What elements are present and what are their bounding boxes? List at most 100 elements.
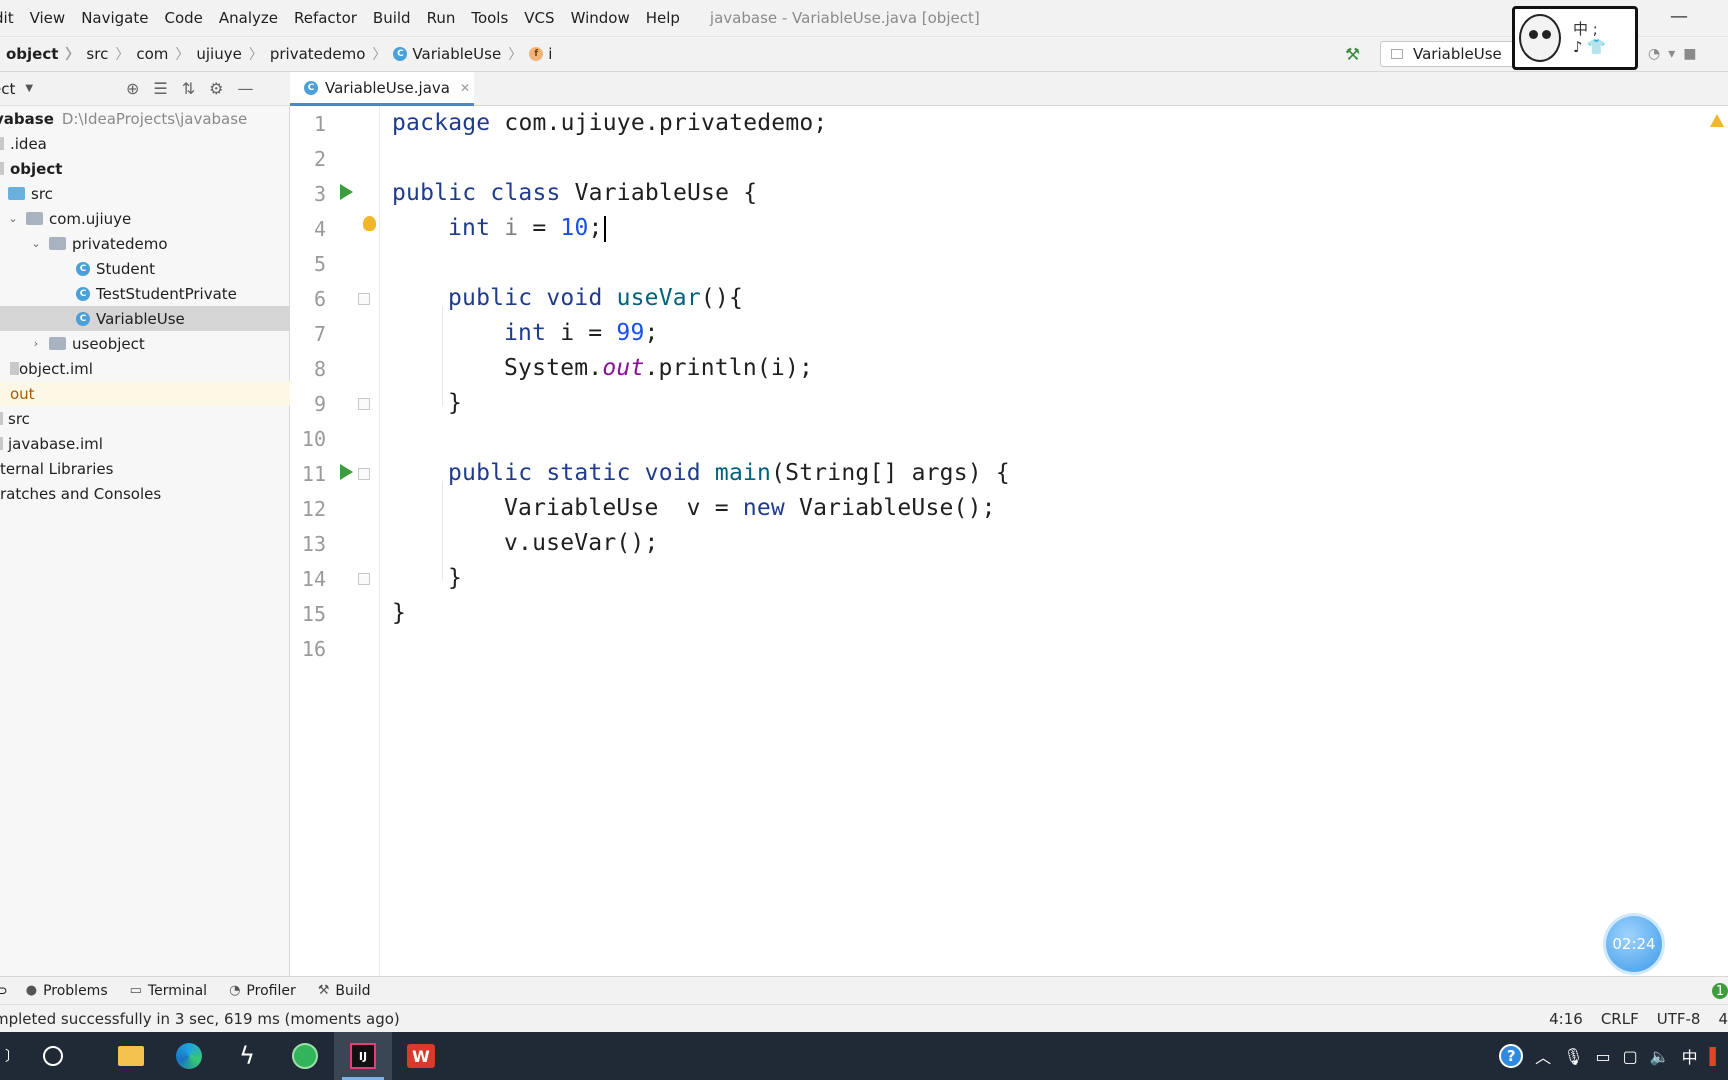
lightbulb-icon[interactable] xyxy=(363,216,376,231)
tree-item-src-root[interactable]: src xyxy=(0,406,290,431)
menu-navigate[interactable]: Navigate xyxy=(73,9,156,27)
tool-window-profiler[interactable]: ◔ Profiler xyxy=(229,983,296,999)
taskbar-edge[interactable] xyxy=(160,1032,218,1080)
menu-run[interactable]: Run xyxy=(419,9,464,27)
tree-item-idea[interactable]: .idea xyxy=(0,131,290,156)
tool-window-problems[interactable]: ● Problems xyxy=(26,983,108,999)
stop-icon[interactable]: ■ xyxy=(1683,46,1696,62)
chevron-down-icon[interactable]: ⌄ xyxy=(6,212,20,225)
chevron-down-icon[interactable]: ⌄ xyxy=(29,237,43,250)
tree-item-privatedemo[interactable]: ⌄ privatedemo xyxy=(0,231,290,256)
hammer-icon: ⚒ xyxy=(317,983,330,998)
tool-window-build[interactable]: ⚒ Build xyxy=(318,983,371,999)
fold-icon[interactable] xyxy=(358,573,370,585)
code-editor[interactable]: package com.ujiuye.privatedemo; public c… xyxy=(380,106,1728,976)
taskbar-wps[interactable]: W xyxy=(392,1032,450,1080)
tree-item-variableuse[interactable]: C VariableUse xyxy=(0,306,290,331)
dropdown-icon[interactable]: ▾ xyxy=(1668,46,1675,62)
project-view-title[interactable]: ect xyxy=(0,80,15,98)
fold-icon[interactable] xyxy=(358,398,370,410)
menu-help[interactable]: Help xyxy=(638,9,688,27)
microphone-icon[interactable]: 🎙 xyxy=(1563,1047,1583,1066)
taskbar-app-bolt[interactable]: ϟ xyxy=(218,1032,276,1080)
taskbar-file-explorer[interactable] xyxy=(102,1032,160,1080)
breadcrumb-privatedemo[interactable]: privatedemo 〉 xyxy=(270,44,394,64)
build-hammer-icon[interactable]: ⚒ xyxy=(1345,45,1360,65)
breadcrumb-ujiuye[interactable]: ujiuye 〉 xyxy=(196,44,269,64)
ime-indicator[interactable]: 中 xyxy=(1682,1044,1698,1068)
tree-item-scratches[interactable]: ratches and Consoles xyxy=(0,481,290,506)
battery-icon[interactable]: ▭ xyxy=(1596,1047,1611,1066)
chevron-right-icon: 〉 xyxy=(372,47,387,63)
tool-window-terminal[interactable]: ▭ Terminal xyxy=(130,983,207,999)
tree-item-out[interactable]: out xyxy=(0,381,290,406)
tool-window-stub[interactable]: ⊃ xyxy=(0,983,8,999)
menu-edit[interactable]: dit xyxy=(0,9,22,27)
menu-window[interactable]: Window xyxy=(563,9,638,27)
caret-position[interactable]: 4:16 xyxy=(1549,1010,1583,1028)
tool-window-label: Build xyxy=(335,982,371,999)
hide-panel-icon[interactable]: — xyxy=(238,79,254,98)
tree-item-teststudentprivate[interactable]: C TestStudentPrivate xyxy=(0,281,290,306)
menu-view[interactable]: View xyxy=(22,9,74,27)
code-token: package xyxy=(392,110,491,136)
expand-all-icon[interactable]: ☰ xyxy=(153,79,167,98)
network-icon[interactable]: ▢ xyxy=(1623,1047,1638,1066)
fold-icon[interactable] xyxy=(358,468,370,480)
close-icon[interactable]: ✕ xyxy=(460,81,470,95)
tree-item-external-libraries[interactable]: ternal Libraries xyxy=(0,456,290,481)
tree-item-object[interactable]: object xyxy=(0,156,290,181)
tree-item-object-iml[interactable]: object.iml xyxy=(0,356,290,381)
profile-icon[interactable]: ◔ xyxy=(1648,46,1660,62)
chevron-up-icon[interactable]: ︿ xyxy=(1535,1044,1551,1068)
tree-item-com-ujiuye[interactable]: ⌄ com.ujiuye xyxy=(0,206,290,231)
code-line-12: VariableUse v = new VariableUse(); xyxy=(504,495,996,521)
menu-vcs[interactable]: VCS xyxy=(516,9,562,27)
locate-icon[interactable]: ⊕ xyxy=(126,79,139,98)
collapse-all-icon[interactable]: ⇅ xyxy=(182,79,195,98)
warning-icon[interactable] xyxy=(1710,114,1724,127)
file-encoding[interactable]: UTF-8 xyxy=(1657,1010,1701,1028)
help-icon[interactable]: ? xyxy=(1499,1044,1524,1068)
chevron-right-icon[interactable]: › xyxy=(29,337,43,350)
tree-item-label: .idea xyxy=(10,134,47,153)
indent-guide xyxy=(442,481,443,581)
menu-tools[interactable]: Tools xyxy=(463,9,516,27)
project-tree: vabase D:\IdeaProjects\javabase .idea ob… xyxy=(0,106,290,976)
breadcrumb-label: com xyxy=(136,45,169,63)
indent-setting[interactable]: 4 xyxy=(1718,1010,1728,1028)
minimize-button[interactable]: — xyxy=(1670,6,1688,27)
breadcrumb-field-i[interactable]: fi xyxy=(529,45,552,63)
notification-icon[interactable]: ▌ xyxy=(1710,1047,1722,1066)
breadcrumb-src[interactable]: src 〉 xyxy=(86,44,136,64)
volume-icon[interactable]: 🔈 xyxy=(1650,1047,1670,1066)
gear-icon[interactable]: ⚙ xyxy=(209,79,223,98)
run-class-icon[interactable] xyxy=(340,184,353,200)
menu-build[interactable]: Build xyxy=(365,9,419,27)
breadcrumb-object[interactable]: object 〉 xyxy=(6,44,86,64)
breadcrumb-com[interactable]: com 〉 xyxy=(136,44,196,64)
tab-variableuse-java[interactable]: C VariableUse.java ✕ xyxy=(290,72,474,106)
taskbar-intellij[interactable]: IJ xyxy=(334,1032,392,1080)
tree-item-src[interactable]: src xyxy=(0,181,290,206)
tree-item-javabase-iml[interactable]: javabase.iml xyxy=(0,431,290,456)
menu-analyze[interactable]: Analyze xyxy=(211,9,286,27)
code-token: VariableUse v = xyxy=(504,495,743,521)
breadcrumb-label: i xyxy=(548,45,553,63)
taskbar-globe-app[interactable] xyxy=(276,1032,334,1080)
status-message[interactable]: mpleted successfully in 3 sec, 619 ms (m… xyxy=(0,1010,400,1028)
chevron-down-icon[interactable]: ▼ xyxy=(25,83,33,94)
start-button[interactable]: 〕 xyxy=(0,1032,24,1080)
line-separator[interactable]: CRLF xyxy=(1601,1010,1639,1028)
taskbar-search[interactable] xyxy=(24,1032,82,1080)
tree-item-javabase[interactable]: vabase D:\IdeaProjects\javabase xyxy=(0,106,290,131)
event-log-badge[interactable]: 1 xyxy=(1712,983,1728,999)
tree-item-student[interactable]: C Student xyxy=(0,256,290,281)
run-config-selector[interactable]: VariableUse xyxy=(1380,41,1520,67)
menu-code[interactable]: Code xyxy=(156,9,210,27)
tree-item-useobject[interactable]: › useobject xyxy=(0,331,290,356)
breadcrumb-variableuse[interactable]: C VariableUse 〉 xyxy=(393,44,529,64)
menu-refactor[interactable]: Refactor xyxy=(286,9,365,27)
run-main-icon[interactable] xyxy=(340,464,353,480)
fold-icon[interactable] xyxy=(358,293,370,305)
